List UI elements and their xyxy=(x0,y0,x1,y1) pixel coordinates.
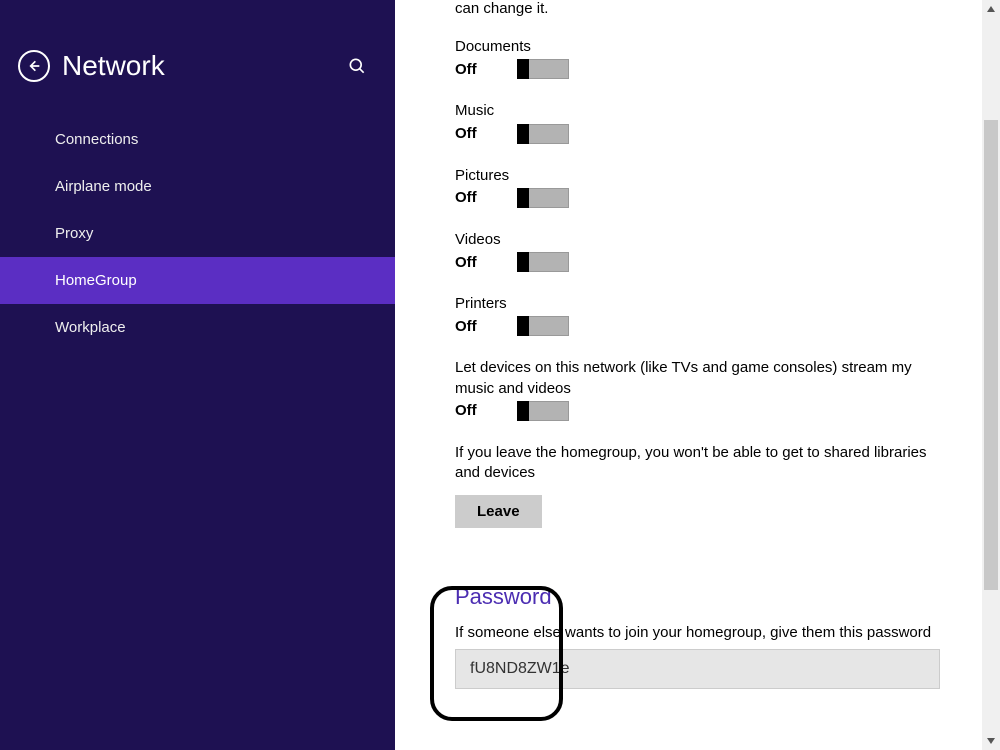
sidebar-item-label: Airplane mode xyxy=(55,178,152,195)
toggle-knob xyxy=(517,124,529,144)
toggle-label: Music xyxy=(455,101,940,121)
sidebar-item-workplace[interactable]: Workplace xyxy=(0,304,395,351)
password-section: Password If someone else wants to join y… xyxy=(455,584,940,689)
toggle-state: Off xyxy=(455,125,495,142)
password-heading: Password xyxy=(455,584,940,610)
password-description: If someone else wants to join your homeg… xyxy=(455,624,940,641)
toggle-state: Off xyxy=(455,318,495,335)
toggle-knob xyxy=(517,59,529,79)
toggle-music: Music Off xyxy=(455,101,940,143)
toggle-state: Off xyxy=(455,254,495,271)
vertical-scrollbar[interactable] xyxy=(982,0,1000,750)
toggle-switch-music[interactable] xyxy=(517,124,569,144)
sidebar-item-homegroup[interactable]: HomeGroup xyxy=(0,257,395,304)
toggle-printers: Printers Off xyxy=(455,294,940,336)
settings-sidebar: Network Connections Airplane mode Proxy … xyxy=(0,0,395,750)
sidebar-item-airplane-mode[interactable]: Airplane mode xyxy=(0,163,395,210)
toggle-knob xyxy=(517,252,529,272)
search-icon[interactable] xyxy=(347,56,367,76)
toggle-label: Pictures xyxy=(455,166,940,186)
scroll-down-arrow-icon[interactable] xyxy=(982,732,1000,750)
back-button[interactable] xyxy=(18,50,50,82)
toggle-switch-media-streaming[interactable] xyxy=(517,401,569,421)
toggle-documents: Documents Off xyxy=(455,37,940,79)
toggle-label: Documents xyxy=(455,37,940,57)
scroll-thumb[interactable] xyxy=(984,120,998,590)
homegroup-password-field[interactable] xyxy=(455,649,940,689)
toggle-state: Off xyxy=(455,402,495,419)
sidebar-nav: Connections Airplane mode Proxy HomeGrou… xyxy=(0,112,395,351)
toggle-label: Printers xyxy=(455,294,940,314)
toggle-label: Let devices on this network (like TVs an… xyxy=(455,358,940,399)
toggle-switch-videos[interactable] xyxy=(517,252,569,272)
toggle-state: Off xyxy=(455,61,495,78)
sidebar-item-label: Connections xyxy=(55,131,138,148)
toggle-label: Videos xyxy=(455,230,940,250)
sidebar-item-label: Proxy xyxy=(55,225,93,242)
scroll-up-arrow-icon[interactable] xyxy=(982,0,1000,18)
sidebar-item-label: HomeGroup xyxy=(55,272,137,289)
toggle-knob xyxy=(517,188,529,208)
toggle-videos: Videos Off xyxy=(455,230,940,272)
intro-text-tail: can change it. xyxy=(455,0,940,37)
sidebar-item-proxy[interactable]: Proxy xyxy=(0,210,395,257)
toggle-switch-printers[interactable] xyxy=(517,316,569,336)
sidebar-title: Network xyxy=(62,50,347,82)
leave-description: If you leave the homegroup, you won't be… xyxy=(455,443,940,484)
toggle-media-streaming: Let devices on this network (like TVs an… xyxy=(455,358,940,421)
toggle-knob xyxy=(517,316,529,336)
toggle-switch-documents[interactable] xyxy=(517,59,569,79)
sidebar-item-connections[interactable]: Connections xyxy=(0,116,395,163)
leave-button[interactable]: Leave xyxy=(455,495,542,528)
content-pane: can change it. Documents Off Music Off P… xyxy=(395,0,1000,750)
toggle-knob xyxy=(517,401,529,421)
toggle-switch-pictures[interactable] xyxy=(517,188,569,208)
toggle-pictures: Pictures Off xyxy=(455,166,940,208)
toggle-state: Off xyxy=(455,189,495,206)
back-arrow-icon xyxy=(26,58,42,74)
sidebar-item-label: Workplace xyxy=(55,319,126,336)
